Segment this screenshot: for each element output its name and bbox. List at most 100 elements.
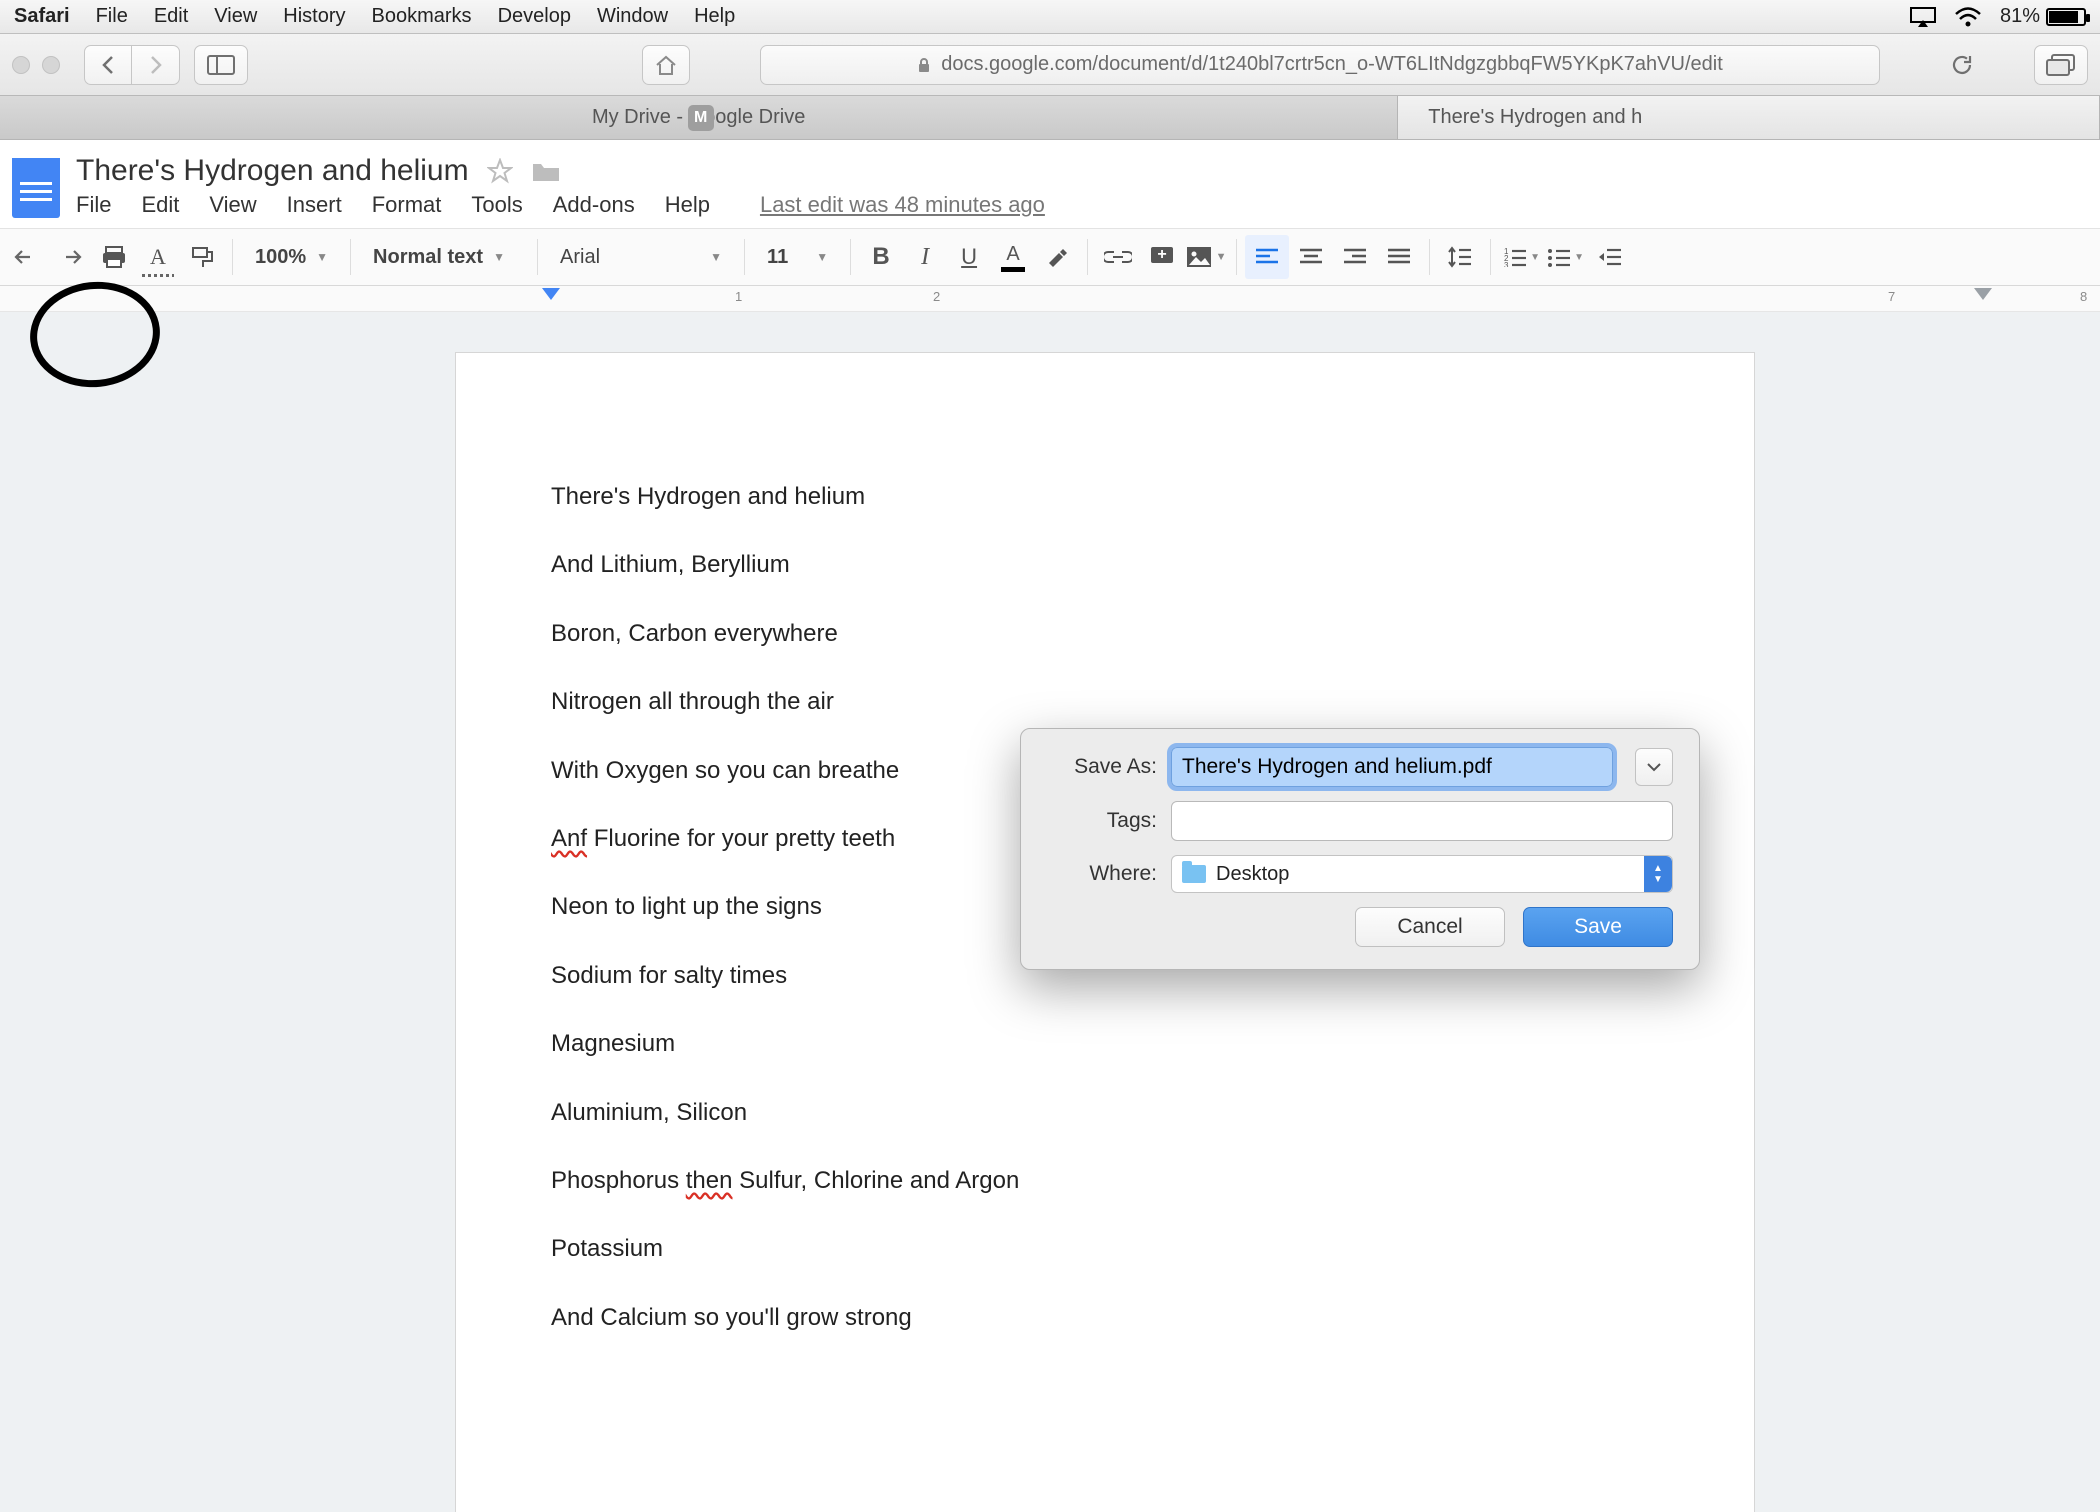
- document-line[interactable]: And Calcium so you'll grow strong: [551, 1284, 1659, 1352]
- forward-button[interactable]: [132, 45, 180, 85]
- url-bar[interactable]: docs.google.com/document/d/1t240bl7crtr5…: [760, 45, 1880, 85]
- bulleted-list-button[interactable]: ▼: [1543, 235, 1587, 279]
- docs-menu-tools[interactable]: Tools: [471, 192, 522, 218]
- browser-tabstrip: M My Drive - Google Drive There's Hydrog…: [0, 96, 2100, 140]
- highlight-button[interactable]: [1035, 235, 1079, 279]
- right-margin-marker-icon[interactable]: [1974, 288, 1992, 300]
- lock-icon: [917, 57, 931, 73]
- document-line[interactable]: Magnesium: [551, 1010, 1659, 1078]
- app-name[interactable]: Safari: [14, 5, 70, 28]
- save-dialog: Save As: Tags: Where: Desktop ▲▼ Cancel …: [1020, 728, 1700, 970]
- underline-button[interactable]: U: [947, 235, 991, 279]
- print-button[interactable]: [92, 235, 136, 279]
- align-right-button[interactable]: [1333, 235, 1377, 279]
- font-dropdown[interactable]: Arial▼: [546, 246, 736, 269]
- spellcheck-button[interactable]: A: [136, 235, 180, 279]
- saveas-label: Save As:: [1047, 755, 1157, 779]
- star-icon[interactable]: [487, 158, 513, 184]
- spelling-error[interactable]: Anf: [551, 825, 587, 852]
- line-spacing-button[interactable]: [1438, 235, 1482, 279]
- last-edit-link[interactable]: Last edit was 48 minutes ago: [760, 192, 1045, 218]
- docs-header: There's Hydrogen and helium File Edit Vi…: [0, 140, 2100, 312]
- undo-button[interactable]: [4, 235, 48, 279]
- fontsize-dropdown[interactable]: 11▼: [753, 246, 842, 269]
- document-title[interactable]: There's Hydrogen and helium: [76, 154, 469, 188]
- bold-button[interactable]: B: [859, 235, 903, 279]
- url-text: docs.google.com/document/d/1t240bl7crtr5…: [941, 53, 1723, 76]
- document-line[interactable]: And Lithium, Beryllium: [551, 531, 1659, 599]
- ruler-mark: 2: [933, 289, 940, 304]
- document-line[interactable]: Nitrogen all through the air: [551, 668, 1659, 736]
- menu-develop[interactable]: Develop: [498, 5, 571, 28]
- insert-comment-button[interactable]: +: [1140, 235, 1184, 279]
- docs-menu-format[interactable]: Format: [372, 192, 442, 218]
- folder-icon: [1182, 865, 1206, 883]
- menu-view[interactable]: View: [214, 5, 257, 28]
- docs-menu-file[interactable]: File: [76, 192, 111, 218]
- menu-history[interactable]: History: [283, 5, 345, 28]
- docs-menu-addons[interactable]: Add-ons: [553, 192, 635, 218]
- where-label: Where:: [1047, 862, 1157, 886]
- align-center-button[interactable]: [1289, 235, 1333, 279]
- ruler-mark: 1: [735, 289, 742, 304]
- zoom-dropdown[interactable]: 100%▼: [241, 246, 342, 269]
- paint-format-button[interactable]: [180, 235, 224, 279]
- docs-menu-edit[interactable]: Edit: [141, 192, 179, 218]
- browser-tab-doc[interactable]: There's Hydrogen and h: [1398, 96, 2100, 139]
- sidebar-toggle-button[interactable]: [194, 45, 248, 85]
- window-controls[interactable]: [12, 56, 60, 74]
- document-canvas: There's Hydrogen and heliumAnd Lithium, …: [0, 312, 2100, 1512]
- tabs-button[interactable]: [2034, 45, 2088, 85]
- menu-edit[interactable]: Edit: [154, 5, 188, 28]
- browser-tab-drive[interactable]: M My Drive - Google Drive: [0, 96, 1398, 139]
- wifi-icon[interactable]: [1954, 7, 1982, 27]
- redo-button[interactable]: [48, 235, 92, 279]
- spelling-error[interactable]: then: [686, 1167, 733, 1194]
- move-folder-icon[interactable]: [531, 159, 561, 183]
- document-line[interactable]: There's Hydrogen and helium: [551, 463, 1659, 531]
- battery-status[interactable]: 81%: [2000, 5, 2086, 28]
- align-left-button[interactable]: [1245, 235, 1289, 279]
- document-line[interactable]: Phosphorus then Sulfur, Chlorine and Arg…: [551, 1147, 1659, 1215]
- docs-menu-view[interactable]: View: [209, 192, 256, 218]
- cancel-button[interactable]: Cancel: [1355, 907, 1505, 947]
- style-dropdown[interactable]: Normal text▼: [359, 246, 529, 269]
- home-button[interactable]: [642, 45, 690, 85]
- safari-toolbar: docs.google.com/document/d/1t240bl7crtr5…: [0, 34, 2100, 96]
- svg-text:+: +: [1157, 246, 1166, 263]
- airplay-icon[interactable]: [1910, 7, 1936, 27]
- text-color-button[interactable]: A: [991, 235, 1035, 279]
- align-justify-button[interactable]: [1377, 235, 1421, 279]
- menu-file[interactable]: File: [96, 5, 128, 28]
- insert-link-button[interactable]: [1096, 235, 1140, 279]
- svg-text:3: 3: [1504, 261, 1509, 267]
- docs-toolbar: A 100%▼ Normal text▼ Arial▼ 11▼ B I U A …: [0, 228, 2100, 286]
- ruler[interactable]: 1 2 7 8: [0, 286, 2100, 312]
- tags-input[interactable]: [1171, 801, 1673, 841]
- save-button[interactable]: Save: [1523, 907, 1673, 947]
- document-line[interactable]: Potassium: [551, 1215, 1659, 1283]
- italic-button[interactable]: I: [903, 235, 947, 279]
- menu-bookmarks[interactable]: Bookmarks: [372, 5, 472, 28]
- ruler-mark: 7: [1888, 289, 1895, 304]
- reload-button[interactable]: [1950, 53, 1990, 77]
- indent-marker-icon[interactable]: [542, 288, 560, 300]
- document-line[interactable]: Boron, Carbon everywhere: [551, 600, 1659, 668]
- docs-menu-help[interactable]: Help: [665, 192, 710, 218]
- saveas-filename-input[interactable]: [1171, 747, 1613, 787]
- favicon-m-icon: M: [688, 105, 714, 131]
- document-line[interactable]: Aluminium, Silicon: [551, 1079, 1659, 1147]
- menu-help[interactable]: Help: [694, 5, 735, 28]
- expand-dialog-button[interactable]: [1635, 748, 1673, 786]
- insert-image-button[interactable]: ▼: [1184, 235, 1228, 279]
- google-docs-logo-icon[interactable]: [12, 158, 60, 218]
- tags-label: Tags:: [1047, 809, 1157, 833]
- numbered-list-button[interactable]: 123▼: [1499, 235, 1543, 279]
- where-value: Desktop: [1216, 863, 1289, 886]
- where-dropdown[interactable]: Desktop ▲▼: [1171, 855, 1673, 893]
- menu-window[interactable]: Window: [597, 5, 668, 28]
- decrease-indent-button[interactable]: [1587, 235, 1631, 279]
- battery-percent: 81%: [2000, 5, 2040, 28]
- docs-menu-insert[interactable]: Insert: [287, 192, 342, 218]
- back-button[interactable]: [84, 45, 132, 85]
